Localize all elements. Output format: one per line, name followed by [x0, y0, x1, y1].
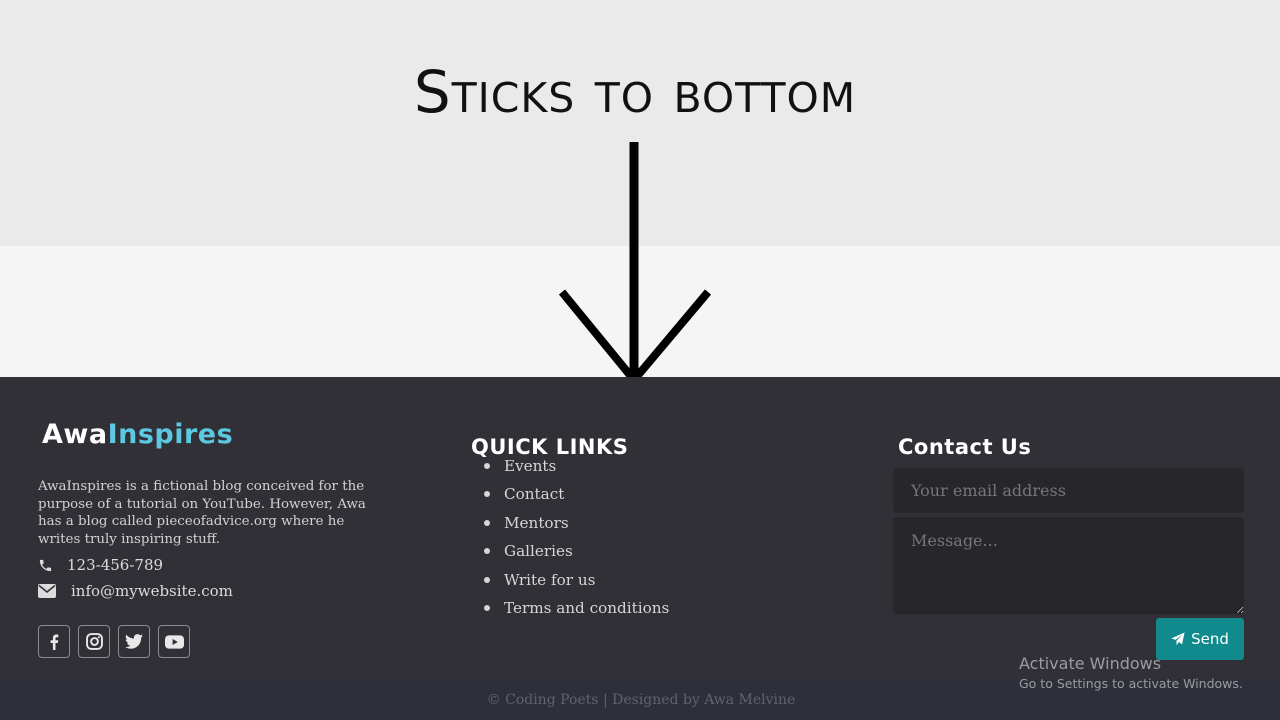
email-row: info@mywebsite.com — [38, 582, 233, 600]
watermark-title: Activate Windows — [1019, 654, 1162, 673]
quick-link-write-for-us[interactable]: Write for us — [484, 570, 669, 598]
quick-link-terms[interactable]: Terms and conditions — [484, 598, 669, 626]
brand-part-1: Awa — [42, 419, 108, 450]
quick-link-galleries[interactable]: Galleries — [484, 541, 669, 569]
phone-icon — [39, 559, 52, 571]
page: Sticks to bottom AwaInspires AwaInspires… — [0, 0, 1280, 720]
twitter-icon — [125, 634, 143, 649]
quick-links-list: Events Contact Mentors Galleries Write f… — [484, 456, 669, 626]
email-address[interactable]: info@mywebsite.com — [71, 582, 233, 600]
copyright-text: © Coding Poets | Designed by Awa Melvine — [486, 692, 796, 708]
message-textarea[interactable] — [893, 517, 1244, 614]
about-text: AwaInspires is a fictional blog conceive… — [38, 479, 366, 547]
instagram-button[interactable] — [78, 625, 110, 658]
paper-plane-icon — [1171, 632, 1185, 646]
twitter-button[interactable] — [118, 625, 150, 658]
youtube-button[interactable] — [158, 625, 190, 658]
quick-link-mentors[interactable]: Mentors — [484, 513, 669, 541]
envelope-icon — [38, 584, 56, 598]
quick-link-contact[interactable]: Contact — [484, 484, 669, 512]
phone-number: 123-456-789 — [67, 556, 164, 574]
facebook-button[interactable] — [38, 625, 70, 658]
quick-link-events[interactable]: Events — [484, 456, 669, 484]
social-links — [38, 625, 190, 658]
youtube-icon — [164, 634, 184, 649]
phone-row: 123-456-789 — [38, 556, 163, 574]
down-arrow-icon — [558, 142, 712, 387]
watermark-subtitle: Go to Settings to activate Windows. — [1019, 676, 1243, 691]
contact-us-heading: Contact Us — [898, 435, 1032, 460]
footer-brand-logo[interactable]: AwaInspires — [42, 419, 233, 450]
brand-part-2: Inspires — [107, 419, 234, 450]
windows-activation-watermark: Activate Windows Go to Settings to activ… — [1019, 654, 1243, 691]
facebook-icon — [50, 634, 59, 650]
send-label: Send — [1191, 630, 1229, 648]
email-input[interactable] — [893, 468, 1244, 513]
instagram-icon — [85, 633, 103, 650]
